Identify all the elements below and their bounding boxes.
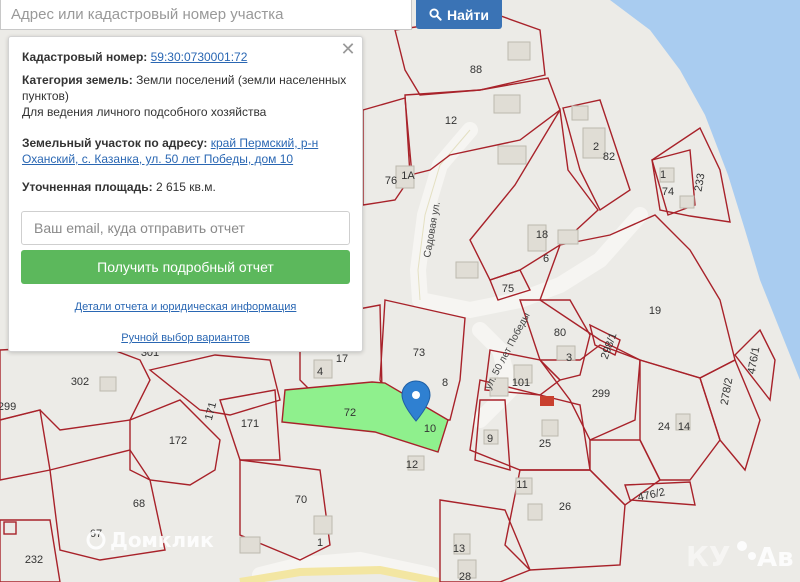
svg-text:14: 14 — [678, 421, 690, 433]
search-button-label: Найти — [447, 6, 489, 23]
svg-text:Ав: Ав — [757, 543, 794, 573]
area-label: Уточненная площадь: — [22, 180, 153, 194]
svg-text:25: 25 — [539, 438, 551, 450]
svg-text:88: 88 — [470, 64, 482, 76]
area-row: Уточненная площадь: 2 615 кв.м. — [22, 179, 347, 195]
svg-text:172: 172 — [169, 435, 187, 447]
svg-text:10: 10 — [424, 423, 436, 435]
area-value: 2 615 кв.м. — [155, 180, 216, 194]
search-input[interactable] — [0, 0, 412, 30]
svg-text:4: 4 — [317, 366, 323, 378]
search-icon — [429, 8, 442, 21]
search-button[interactable]: Найти — [416, 0, 502, 29]
svg-text:9: 9 — [487, 433, 493, 445]
svg-text:6: 6 — [543, 253, 549, 265]
svg-text:82: 82 — [603, 151, 615, 163]
svg-text:11: 11 — [516, 479, 527, 491]
svg-text:299: 299 — [0, 401, 16, 413]
cadastral-row: Кадастровый номер: 59:30:0730001:72 — [22, 49, 347, 65]
address-label: Земельный участок по адресу: — [22, 136, 208, 150]
svg-text:171: 171 — [241, 418, 259, 430]
purpose-text: Для ведения личного подсобного хозяйства — [22, 105, 267, 119]
cadastral-label: Кадастровый номер: — [22, 50, 148, 64]
svg-text:8: 8 — [442, 377, 448, 389]
get-report-button[interactable]: Получить подробный отчет — [21, 250, 350, 284]
svg-text:13: 13 — [453, 543, 465, 555]
cadastral-number-link[interactable]: 59:30:0730001:72 — [151, 50, 248, 64]
svg-text:17: 17 — [336, 353, 348, 365]
svg-text:12: 12 — [406, 459, 418, 471]
svg-text:19: 19 — [649, 305, 661, 317]
svg-text:26: 26 — [559, 501, 571, 513]
svg-text:2: 2 — [593, 141, 599, 153]
svg-text:70: 70 — [295, 494, 307, 506]
svg-text:3: 3 — [566, 352, 572, 364]
plot-info-popup: ✕ Кадастровый номер: 59:30:0730001:72 Ка… — [8, 36, 363, 352]
svg-text:302: 302 — [71, 376, 89, 388]
manual-selection-link[interactable]: Ручной выбор вариантов — [9, 330, 362, 346]
red-building — [540, 396, 554, 406]
svg-text:КУ: КУ — [686, 540, 730, 573]
svg-text:12: 12 — [445, 115, 457, 127]
svg-text:1: 1 — [660, 169, 666, 181]
svg-text:299: 299 — [592, 388, 610, 400]
svg-text:74: 74 — [662, 186, 674, 198]
address-row: Земельный участок по адресу: край Пермск… — [22, 135, 347, 167]
svg-text:72: 72 — [344, 407, 356, 419]
svg-text:1А: 1А — [401, 170, 415, 182]
svg-text:24: 24 — [658, 421, 670, 433]
svg-text:76: 76 — [385, 175, 397, 187]
svg-text:101: 101 — [512, 377, 530, 389]
svg-text:73: 73 — [413, 347, 425, 359]
svg-text:28: 28 — [459, 571, 471, 582]
svg-text:68: 68 — [133, 498, 145, 510]
report-details-link[interactable]: Детали отчета и юридическая информация — [9, 299, 362, 315]
svg-text:232: 232 — [25, 554, 43, 566]
svg-text:Домклик: Домклик — [110, 528, 214, 552]
svg-text:80: 80 — [554, 327, 566, 339]
svg-text:1: 1 — [317, 537, 323, 549]
svg-text:75: 75 — [502, 283, 514, 295]
category-row: Категория земель: Земли поселений (земли… — [22, 72, 347, 104]
category-label: Категория земель: — [22, 73, 133, 87]
email-field[interactable] — [21, 211, 350, 245]
svg-text:18: 18 — [536, 229, 548, 241]
